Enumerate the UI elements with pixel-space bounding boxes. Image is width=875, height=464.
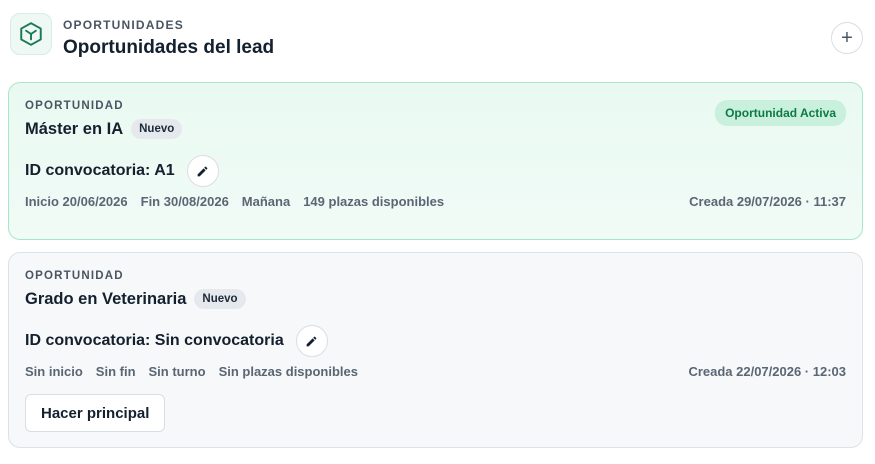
card-title-row: Grado en Veterinaria Nuevo: [25, 289, 246, 309]
card-kicker: OPORTUNIDAD: [25, 100, 124, 112]
shift: Mañana: [241, 194, 291, 209]
status-badge-new: Nuevo: [131, 119, 183, 139]
convocatoria-row: ID convocatoria: Sin convocatoria: [25, 325, 328, 357]
created-timestamp: Creada 22/07/2026 · 12:03: [688, 364, 846, 379]
section-kicker: OPORTUNIDADES: [63, 18, 184, 32]
available-seats: 149 plazas disponibles: [303, 194, 445, 209]
opportunities-panel: OPORTUNIDADES Oportunidades del lead + O…: [0, 0, 875, 464]
start-date: Sin inicio: [25, 364, 83, 379]
opportunity-title: Grado en Veterinaria: [25, 289, 187, 308]
opportunity-title: Máster en IA: [25, 119, 124, 138]
page-title: Oportunidades del lead: [63, 37, 275, 58]
plus-icon: +: [841, 27, 853, 49]
edit-convocatoria-button[interactable]: [295, 325, 328, 357]
panel-header: OPORTUNIDADES Oportunidades del lead +: [8, 10, 867, 68]
opportunity-card[interactable]: OPORTUNIDAD Grado en Veterinaria Nuevo I…: [8, 252, 863, 448]
active-status-badge: Oportunidad Activa: [715, 100, 846, 126]
shift: Sin turno: [148, 364, 206, 379]
available-seats: Sin plazas disponibles: [218, 364, 358, 379]
created-timestamp: Creada 29/07/2026 · 11:37: [689, 194, 846, 209]
status-badge-new: Nuevo: [194, 289, 246, 309]
add-opportunity-button[interactable]: +: [831, 22, 863, 54]
cube-icon: [10, 13, 52, 55]
start-date: Inicio 20/06/2026: [25, 194, 128, 209]
edit-convocatoria-button[interactable]: [186, 155, 219, 187]
convocatoria-id: ID convocatoria: A1: [25, 162, 175, 179]
end-date: Fin 30/08/2026: [140, 194, 229, 209]
pencil-icon: [197, 166, 208, 176]
convocatoria-id: ID convocatoria: Sin convocatoria: [25, 332, 284, 349]
opportunity-meta: Sin inicio Sin fin Sin turno Sin plazas …: [25, 364, 358, 379]
make-primary-button[interactable]: Hacer principal: [25, 394, 166, 432]
card-title-row: Máster en IA Nuevo: [25, 119, 183, 139]
opportunity-card-active[interactable]: OPORTUNIDAD Máster en IA Nuevo Oportunid…: [8, 82, 863, 240]
pencil-icon: [306, 336, 317, 346]
card-kicker: OPORTUNIDAD: [25, 270, 124, 282]
end-date: Sin fin: [95, 364, 136, 379]
opportunity-meta: Inicio 20/06/2026 Fin 30/08/2026 Mañana …: [25, 194, 444, 209]
convocatoria-row: ID convocatoria: A1: [25, 155, 219, 187]
